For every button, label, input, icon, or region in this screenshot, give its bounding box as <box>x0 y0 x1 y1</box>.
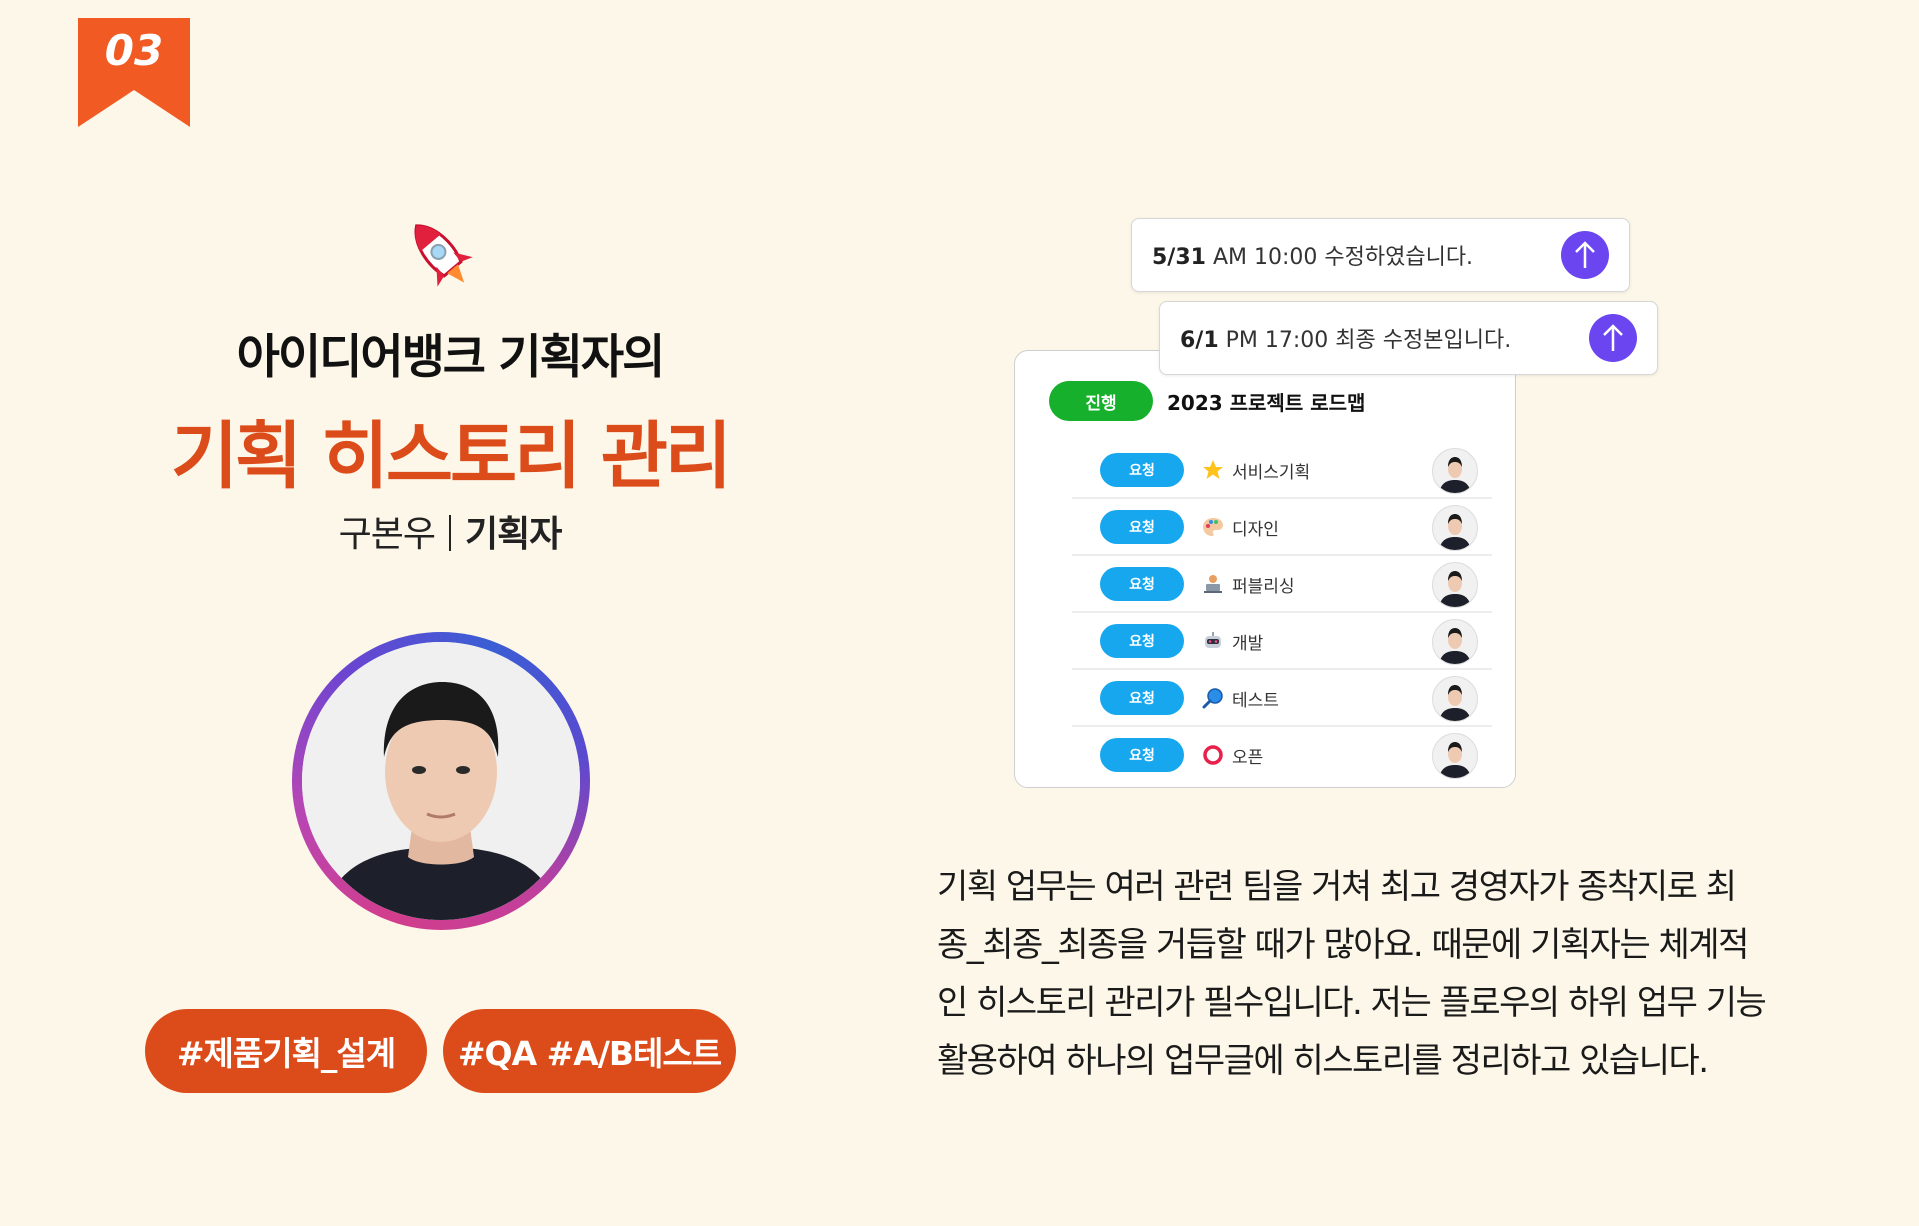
task-row[interactable]: 요청 디자인 <box>1072 500 1492 556</box>
card-title: 2023 프로젝트 로드맵 <box>1167 390 1366 415</box>
section-number: 03 <box>104 26 164 75</box>
profile-photo-ring <box>292 632 590 930</box>
author-role: 기획자 <box>465 514 562 555</box>
assignee-avatar[interactable] <box>1432 733 1478 779</box>
person-portrait-icon <box>302 642 580 920</box>
task-label: 서비스기획 <box>1232 462 1311 483</box>
task-row[interactable]: 요청 테스트 <box>1072 671 1492 727</box>
task-row[interactable]: 요청 서비스기획 <box>1072 443 1492 499</box>
description-paragraph: 기획 업무는 여러 관련 팀을 거쳐 최고 경영자가 종착지로 최 종_최종_최… <box>937 858 1797 1090</box>
assignee-avatar[interactable] <box>1432 448 1478 494</box>
assignee-avatar[interactable] <box>1432 619 1478 665</box>
task-status-badge[interactable]: 요청 <box>1100 738 1184 772</box>
byline-divider <box>449 515 451 551</box>
palette-icon <box>1202 516 1224 538</box>
tag-qa-ab-test: #QA #A/B테스트 <box>443 1009 736 1093</box>
author-name: 구본우 <box>338 514 436 555</box>
task-status-badge[interactable]: 요청 <box>1100 681 1184 715</box>
task-status-badge[interactable]: 요청 <box>1100 624 1184 658</box>
laptop-icon <box>1202 573 1224 595</box>
task-status-badge[interactable]: 요청 <box>1100 510 1184 544</box>
history-note-text: 6/1 PM 17:00 최종 수정본입니다. <box>1180 328 1512 353</box>
arrow-up-icon <box>1575 241 1595 268</box>
byline: 구본우 기획자 <box>150 505 750 557</box>
arrow-up-icon <box>1603 324 1623 351</box>
status-badge[interactable]: 진행 <box>1049 381 1153 421</box>
task-label: 디자인 <box>1232 519 1279 540</box>
history-note: 5/31 AM 10:00 수정하였습니다. <box>1131 218 1630 292</box>
assignee-avatar[interactable] <box>1432 562 1478 608</box>
magnifier-icon <box>1202 687 1224 709</box>
rocket-icon <box>398 215 484 295</box>
description-line: 인 히스토리 관리가 필수입니다. 저는 플로우의 하위 업무 기능 <box>937 983 1767 1023</box>
history-note: 6/1 PM 17:00 최종 수정본입니다. <box>1159 301 1658 375</box>
history-note-text: 5/31 AM 10:00 수정하였습니다. <box>1152 245 1474 270</box>
description-line: 활용하여 하나의 업무글에 히스토리를 정리하고 있습니다. <box>937 1041 1709 1081</box>
description-line: 종_최종_최종을 거듭할 때가 많아요. 때문에 기획자는 체계적 <box>937 925 1749 965</box>
task-status-badge[interactable]: 요청 <box>1100 567 1184 601</box>
upload-button[interactable] <box>1589 314 1637 362</box>
robot-icon <box>1202 630 1224 652</box>
task-status-badge[interactable]: 요청 <box>1100 453 1184 487</box>
headline: 아이디어뱅크 기획자의 <box>236 330 666 385</box>
task-label: 개발 <box>1232 633 1264 654</box>
profile-photo <box>302 642 580 920</box>
page-title: 기획 히스토리 관리 <box>170 414 732 499</box>
assignee-avatar[interactable] <box>1432 676 1478 722</box>
task-row[interactable]: 요청 퍼블리싱 <box>1072 557 1492 613</box>
project-card: 진행 2023 프로젝트 로드맵 요청 서비스기획 요청 디자인 요청 퍼블리싱… <box>1014 350 1516 788</box>
tag-product-planning: #제품기획_설계 <box>145 1009 427 1093</box>
task-label: 오픈 <box>1232 747 1264 768</box>
card-header: 진행 2023 프로젝트 로드맵 <box>1049 381 1365 421</box>
task-row[interactable]: 요청 오픈 <box>1072 728 1492 782</box>
star-icon <box>1202 459 1224 481</box>
task-label: 테스트 <box>1232 690 1279 711</box>
description-line: 기획 업무는 여러 관련 팀을 거쳐 최고 경영자가 종착지로 최 <box>937 867 1737 907</box>
task-row[interactable]: 요청 개발 <box>1072 614 1492 670</box>
upload-button[interactable] <box>1561 231 1609 279</box>
circle-icon <box>1202 744 1224 766</box>
assignee-avatar[interactable] <box>1432 505 1478 551</box>
task-list: 요청 서비스기획 요청 디자인 요청 퍼블리싱 요청 개발 요청 테스트 요청 … <box>1072 443 1492 783</box>
task-label: 퍼블리싱 <box>1232 576 1295 597</box>
section-number-badge: 03 <box>78 18 190 127</box>
